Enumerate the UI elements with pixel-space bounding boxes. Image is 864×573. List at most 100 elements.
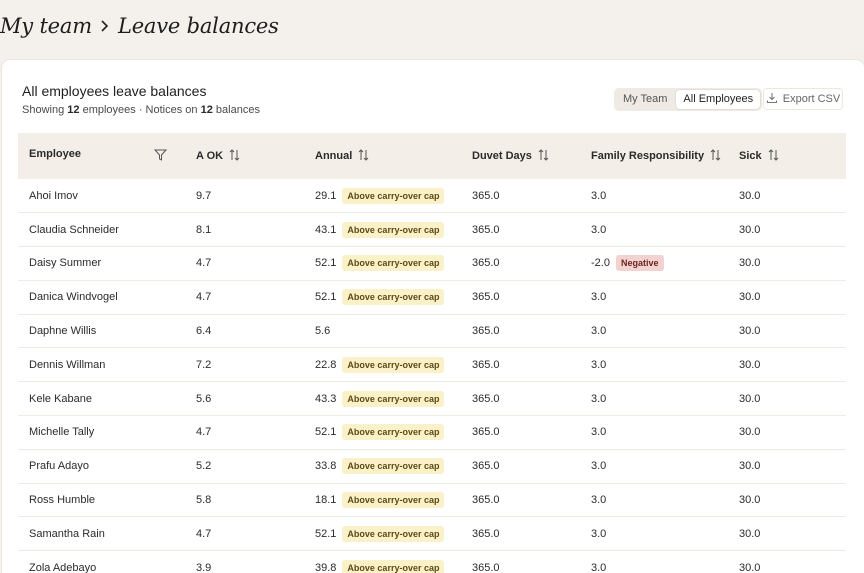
annual-cell-value: 39.8 [315, 561, 337, 573]
employee-name-cell-value: Daisy Summer [29, 257, 102, 270]
duvet-days-cell: 365.0 [461, 314, 580, 348]
column-header-aok[interactable]: A OK [185, 133, 304, 179]
duvet-days-cell-value: 365.0 [472, 494, 500, 507]
table-row[interactable]: Dennis Willman 7.2 22.8 Above carry-over ca… [18, 348, 846, 382]
table-row[interactable]: Daphne Willis 6.4 5.6 365.0 3.0 30.0 [18, 314, 846, 348]
table-row[interactable]: Zola Adebayo 3.9 39.8 Above carry-over cap 3… [18, 551, 846, 573]
table-row[interactable]: Ahoi Imov 9.7 29.1 Above carry-over cap 365.… [18, 179, 846, 213]
family-responsibility-cell-value: 3.0 [591, 223, 607, 236]
sick-cell: 30.0 [728, 551, 846, 573]
employee-name-cell: Daphne Willis [18, 314, 185, 348]
sort-icon[interactable] [768, 148, 779, 164]
breadcrumb-parent-link[interactable]: My team [0, 14, 92, 38]
employee-name-cell: Ross Humble [18, 483, 185, 517]
duvet-days-cell: 365.0 [461, 551, 580, 573]
employee-name-cell-value: Kele Kabane [29, 392, 92, 405]
table-body: Ahoi Imov 9.7 29.1 Above carry-over cap 365.… [18, 179, 846, 573]
table-row[interactable]: Ross Humble 5.8 18.1 Above carry-over cap 36… [18, 483, 846, 517]
aok-cell: 4.7 [185, 247, 304, 281]
sick-cell: 30.0 [728, 247, 846, 281]
family-responsibility-cell: 3.0 [580, 348, 728, 382]
card-title: All employees leave balances [22, 83, 207, 99]
family-responsibility-cell-value: 3.0 [591, 426, 607, 439]
tab-all-employees[interactable]: All Employees [676, 90, 761, 109]
sick-cell: 30.0 [728, 483, 846, 517]
filter-icon[interactable] [153, 149, 168, 164]
sort-icon[interactable] [229, 148, 240, 164]
subtitle-mid: employees · Notices on [82, 104, 198, 116]
tab-my-team[interactable]: My Team [616, 90, 674, 109]
employee-name-cell: Zola Adebayo [18, 551, 185, 573]
header-label: Employee [29, 148, 81, 160]
chevron-right-icon [92, 19, 118, 33]
duvet-days-cell-value: 365.0 [472, 426, 500, 439]
export-csv-button[interactable]: Export CSV [763, 88, 843, 110]
annual-cell: 18.1 Above carry-over cap [304, 483, 461, 517]
sort-icon[interactable] [358, 148, 369, 164]
table-row[interactable]: Daisy Summer 4.7 52.1 Above carry-over cap 3… [18, 247, 846, 281]
duvet-days-cell-value: 365.0 [472, 527, 500, 540]
annual-cell-value: 52.1 [315, 527, 337, 540]
sick-cell: 30.0 [728, 280, 846, 314]
aok-cell-value: 5.6 [196, 392, 212, 405]
header-label: Family Responsibility [591, 149, 705, 162]
employee-name-cell: Prafu Adayo [18, 449, 185, 483]
family-responsibility-cell: 3.0 [580, 314, 728, 348]
employee-name-cell: Daisy Summer [18, 247, 185, 281]
annual-cell-value: 43.1 [315, 223, 337, 236]
table-row[interactable]: Danica Windvogel 4.7 52.1 Above carry-over … [18, 280, 846, 315]
sick-cell-value: 30.0 [739, 527, 761, 540]
annual-cell: 33.8 Above carry-over cap [304, 449, 461, 483]
carry-over-cap-badge: Above carry-over cap [342, 390, 445, 407]
duvet-days-cell: 365.0 [461, 449, 580, 483]
employee-name-cell-value: Ahoi Imov [29, 189, 78, 202]
annual-cell: 22.8 Above carry-over cap [304, 348, 461, 382]
employee-name-cell-value: Danica Windvogel [29, 291, 118, 304]
employee-name-cell: Michelle Tally [18, 416, 185, 450]
employee-name-cell: Claudia Schneider [18, 213, 185, 247]
annual-cell-value: 33.8 [315, 460, 337, 473]
table-row[interactable]: Samantha Rain 4.7 52.1 Above carry-over cap… [18, 517, 846, 551]
subtitle-prefix: Showing [22, 104, 65, 116]
annual-cell: 29.1 Above carry-over cap [304, 179, 461, 213]
aok-cell: 9.7 [185, 179, 304, 213]
sick-cell-value: 30.0 [739, 392, 761, 405]
column-header-sick[interactable]: Sick [728, 133, 846, 179]
sort-icon[interactable] [538, 148, 549, 164]
header-label: A OK [196, 149, 224, 162]
table-row[interactable]: Claudia Schneider 8.1 43.1 Above carry-over… [18, 213, 846, 247]
carry-over-cap-badge: Above carry-over cap [342, 458, 445, 475]
download-icon [766, 92, 778, 107]
employee-name-cell-value: Zola Adebayo [29, 561, 97, 573]
duvet-days-cell: 365.0 [461, 483, 580, 517]
aok-cell: 6.4 [185, 314, 304, 348]
sick-cell-value: 30.0 [739, 460, 761, 473]
table-row[interactable]: Kele Kabane 5.6 43.3 Above carry-over cap 36… [18, 382, 846, 416]
sort-icon[interactable] [710, 148, 721, 164]
annual-cell-value: 22.8 [315, 358, 337, 371]
aok-cell: 4.7 [185, 280, 304, 314]
column-header-family-responsibility[interactable]: Family Responsibility [580, 133, 728, 179]
duvet-days-cell: 365.0 [461, 382, 580, 416]
family-responsibility-cell-value: 3.0 [591, 325, 607, 338]
family-responsibility-cell-value: 3.0 [591, 561, 607, 573]
duvet-days-cell-value: 365.0 [472, 358, 500, 371]
aok-cell-value: 3.9 [196, 561, 212, 573]
employee-count: 12 [67, 104, 80, 116]
export-csv-label: Export CSV [782, 93, 841, 105]
column-header-annual[interactable]: Annual [304, 133, 461, 179]
family-responsibility-cell: -2.0 Negative [580, 247, 728, 281]
sick-cell-value: 30.0 [739, 189, 761, 202]
employee-name-cell: Dennis Willman [18, 348, 185, 382]
annual-cell: 52.1 Above carry-over cap [304, 517, 461, 551]
column-header-duvet-days[interactable]: Duvet Days [461, 133, 580, 179]
aok-cell-value: 9.7 [196, 189, 212, 202]
table-row[interactable]: Michelle Tally 4.7 52.1 Above carry-over ca… [18, 416, 846, 450]
family-responsibility-cell-value: 3.0 [591, 392, 607, 405]
table-row[interactable]: Prafu Adayo 5.2 33.8 Above carry-over cap 36… [18, 449, 846, 484]
employee-name-cell: Danica Windvogel [18, 280, 185, 314]
duvet-days-cell: 365.0 [461, 213, 580, 247]
carry-over-cap-badge: Above carry-over cap [342, 255, 445, 272]
annual-cell: 52.1 Above carry-over cap [304, 416, 461, 450]
annual-cell-value: 52.1 [315, 426, 337, 439]
